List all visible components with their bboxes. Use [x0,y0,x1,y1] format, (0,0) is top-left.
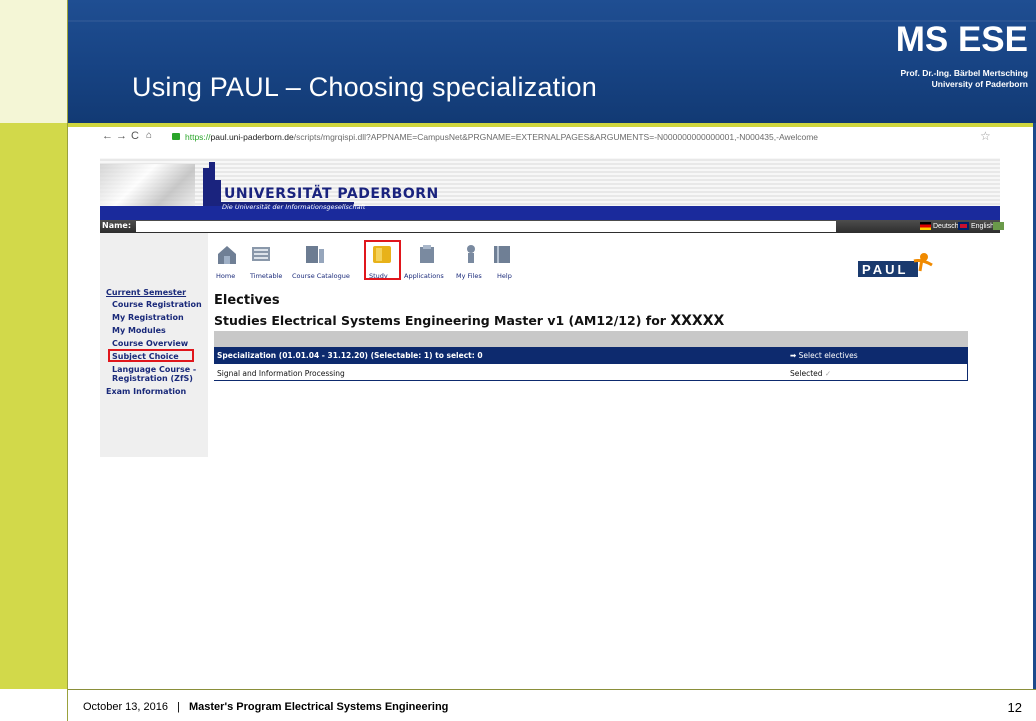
back-icon[interactable]: ← [102,130,113,142]
nav-current-semester[interactable]: Current Semester [106,288,186,297]
subject-choice-highlight [108,349,194,362]
language-deutsch[interactable]: Deutsch [920,222,959,230]
portal-left-nav: Current Semester Course Registration My … [100,233,208,457]
home-icon[interactable]: ⌂ [146,130,152,141]
nav-course-overview[interactable]: Course Overview [112,339,188,348]
nav-course-registration[interactable]: Course Registration [112,300,202,309]
table-row: Signal and Information Processing Select… [214,364,968,381]
browser-address-bar: ← → C ⌂ https://paul.uni-paderborn.de/sc… [100,129,1000,147]
german-flag-icon [920,222,931,230]
applications-icon [420,245,434,263]
portal-main: Home Timetable Course Catalogue Study Ap… [208,233,1000,457]
check-icon: ✓ [824,369,832,378]
toolbar-course-catalogue[interactable] [304,243,326,270]
course-status: Selected ✓ [790,369,832,378]
footer-separator: | [177,701,180,713]
name-field [136,221,836,232]
toolbar-my-files[interactable] [460,243,482,270]
slide-title: Using PAUL – Choosing specialization [132,72,597,102]
footer-date: October 13, 2016 [83,701,169,713]
my-files-icon [467,245,475,263]
left-accent-strip-bottom [0,689,68,721]
electives-heading: Electives [214,293,280,308]
nav-my-modules[interactable]: My Modules [112,326,166,335]
extra-flag-icon[interactable] [993,222,1006,230]
specialization-label: Specialization (01.01.04 - 31.12.20) (Se… [217,351,483,360]
name-label: Name: [102,221,132,230]
language-english[interactable]: English [958,222,994,230]
toolbar-my-files-label[interactable]: My Files [456,272,482,280]
student-placeholder: XXXXX [670,313,725,329]
timetable-icon [252,247,270,261]
brand-professor: Prof. Dr.-Ing. Bärbel Mertsching [900,68,1028,78]
banner-artwork [100,164,195,210]
table-header-bar [214,331,968,347]
star-icon[interactable]: ☆ [980,129,991,143]
specialization-row: Specialization (01.01.04 - 31.12.20) (Se… [214,347,968,364]
nav-language-course[interactable]: Language Course - [112,365,196,374]
forward-icon[interactable]: → [116,130,127,142]
study-highlight [364,240,401,280]
course-catalogue-icon [306,246,324,263]
toolbar-applications-label[interactable]: Applications [404,272,444,280]
uk-flag-icon [958,222,969,230]
toolbar-course-catalogue-label[interactable]: Course Catalogue [292,272,350,280]
url-field[interactable]: https://paul.uni-paderborn.de/scripts/mg… [185,132,818,142]
lock-icon [172,133,180,140]
toolbar-timetable[interactable] [250,243,272,270]
paul-logo: PAUL [858,253,933,277]
nav-my-registration[interactable]: My Registration [112,313,184,322]
brand-university: University of Paderborn [931,79,1028,89]
course-name: Signal and Information Processing [217,369,345,378]
toolbar-help-label[interactable]: Help [497,272,512,280]
nav-exam-information[interactable]: Exam Information [106,387,186,396]
footer-divider [68,689,1036,690]
footer-program: Master's Program Electrical Systems Engi… [189,701,449,713]
page-number: 12 [1007,700,1022,715]
slide-header [68,0,1036,123]
university-tagline: Die Universität der Informationsgesellsc… [222,203,366,211]
toolbar-home[interactable] [216,243,238,270]
toolbar-applications[interactable] [416,243,438,270]
university-name: UNIVERSITÄT PADERBORN [224,186,439,202]
toolbar-timetable-label[interactable]: Timetable [250,272,282,280]
brand-title: MS ESE [895,20,1028,59]
toolbar-home-label[interactable]: Home [216,272,235,280]
nav-language-course-registration[interactable]: Registration (ZfS) [112,374,193,383]
home-icon [218,246,236,264]
help-icon [494,246,510,263]
university-banner: UNIVERSITÄT PADERBORN Die Universität de… [100,158,1000,213]
left-accent-strip-top [0,0,68,123]
program-title: Studies Electrical Systems Engineering M… [214,313,725,329]
paul-logo-text: PAUL [862,262,908,277]
select-electives-button[interactable]: ➡ Select electives [790,351,858,360]
toolbar-help[interactable] [491,243,513,270]
footer: October 13, 2016 | Master's Program Elec… [83,701,448,713]
select-electives-icon: ➡ [790,351,799,360]
left-accent-strip [0,123,68,689]
reload-icon[interactable]: C [131,130,139,142]
name-bar: Name: Deutsch English [100,220,1004,233]
